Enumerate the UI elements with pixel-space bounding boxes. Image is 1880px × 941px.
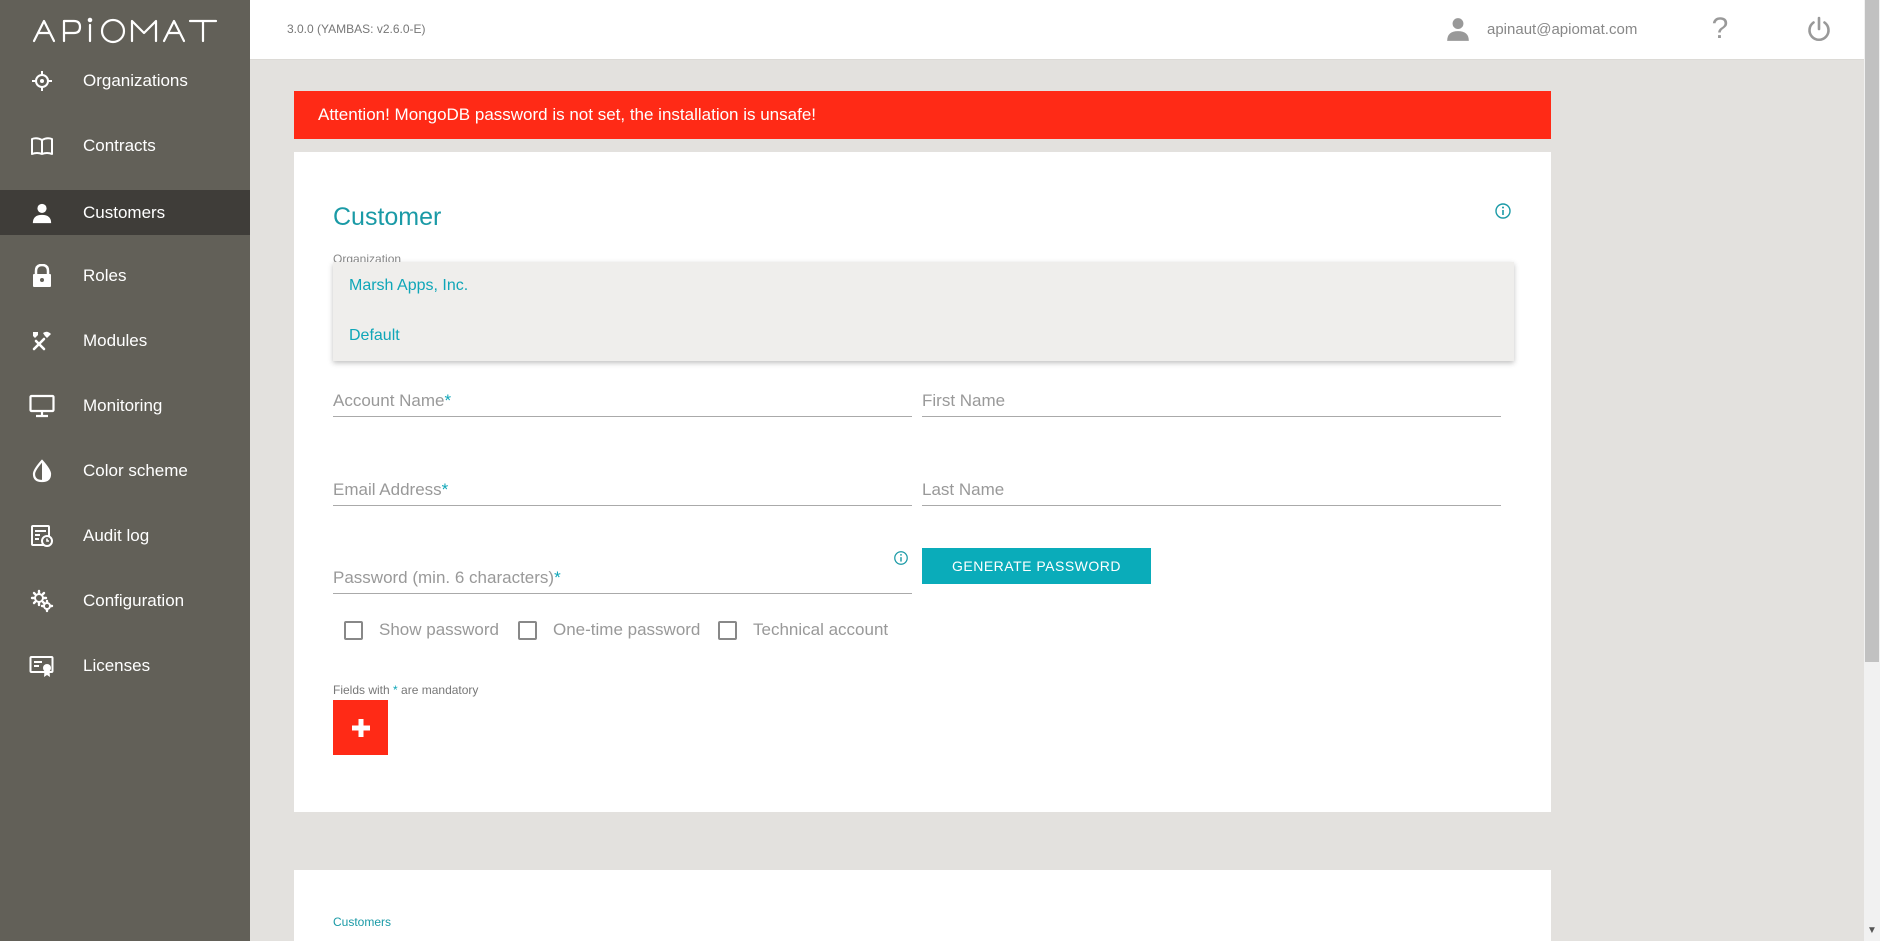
first-name-field[interactable]: First Name [922,385,1501,417]
checkbox-box[interactable] [344,620,363,640]
user-email[interactable]: apinaut@apiomat.com [1487,21,1637,38]
sidebar-item-customers[interactable]: Customers [0,190,250,235]
technical-account-checkbox[interactable]: Technical account [718,620,888,640]
password-label: Password (min. 6 characters) [333,568,555,587]
sidebar-item-label: Color scheme [83,460,188,480]
sidebar-item-color-scheme[interactable]: Color scheme [0,448,250,493]
account-name-field[interactable]: Account Name* [333,385,912,417]
sidebar-item-monitoring[interactable]: Monitoring [0,383,250,428]
sidebar-item-contracts[interactable]: Contracts [0,123,250,168]
scroll-down-arrow-icon[interactable]: ▼ [1864,925,1880,939]
logo-wordmark [32,17,218,44]
sidebar-item-licenses[interactable]: Licenses [0,643,250,688]
sidebar-item-label: Modules [83,330,148,350]
sidebar-item-organizations[interactable]: Organizations [0,58,250,103]
gears-icon [29,588,55,614]
email-address-field[interactable]: Email Address* [333,474,912,506]
sidebar-item-modules[interactable]: Modules [0,318,250,363]
tools-icon [29,328,55,354]
apiomat-logo[interactable] [0,0,250,60]
sidebar-item-label: Monitoring [83,395,163,415]
sidebar-item-configuration[interactable]: Configuration [0,578,250,623]
organization-option[interactable]: Default [349,327,400,345]
sidebar-item-label: Organizations [83,70,188,90]
organizations-icon [29,68,55,94]
last-name-field[interactable]: Last Name [922,474,1501,506]
required-mark: * [441,480,449,499]
plus-icon [351,718,370,737]
checkbox-label: Show password [379,620,500,639]
account-name-label: Account Name [333,391,445,410]
checkbox-label: One-time password [553,620,701,639]
sidebar-item-label: Licenses [83,655,151,675]
scrollbar-thumb[interactable] [1865,0,1879,662]
checkbox-label: Technical account [753,620,889,639]
sidebar-item-label: Customers [83,202,166,222]
monitor-icon [29,393,55,419]
security-alert-banner: Attention! MongoDB password is not set, … [294,91,1551,139]
customer-form-card: Customer Organization Marsh Apps, Inc. D… [294,152,1551,812]
sidebar-item-label: Audit log [83,525,150,545]
version-text: 3.0.0 (YAMBAS: v2.6.0-E) [287,22,426,36]
last-name-label: Last Name [922,480,1005,499]
alert-text: Attention! MongoDB password is not set, … [318,105,816,124]
show-password-checkbox[interactable]: Show password [344,620,499,640]
organization-dropdown-menu[interactable]: Marsh Apps, Inc. Default [333,262,1514,361]
required-mark: * [444,391,452,410]
customers-list-title: Customers [333,915,392,929]
top-header: 3.0.0 (YAMBAS: v2.6.0-E) apinaut@apiomat… [250,0,1864,60]
mandatory-prefix: Fields with [333,683,390,697]
customers-list-card: Customers [294,870,1551,941]
required-mark: * [554,568,561,587]
checkbox-box[interactable] [718,620,737,640]
page-scrollbar[interactable]: ▼ [1864,0,1880,941]
license-icon [29,653,55,679]
password-field[interactable]: Password (min. 6 characters)* [333,562,912,594]
person-icon [29,200,55,226]
sidebar-item-label: Contracts [83,135,156,155]
info-icon[interactable] [1494,202,1512,220]
first-name-label: First Name [922,391,1006,410]
add-customer-button[interactable] [333,700,388,755]
sidebar-item-label: Roles [83,265,127,285]
lock-icon [29,263,55,289]
required-mark: * [393,683,398,697]
user-icon[interactable] [1445,16,1471,42]
mandatory-suffix: are mandatory [401,683,479,697]
page-title: Customer [333,203,442,231]
help-icon[interactable]: ? [1705,12,1735,46]
drop-icon [29,458,55,484]
book-icon [29,133,55,159]
audit-log-icon [29,523,55,549]
email-address-label: Email Address [333,480,442,499]
mandatory-fields-note: Fields with * are mandatory [333,683,478,697]
logout-power-icon[interactable] [1805,15,1833,43]
sidebar-item-audit-log[interactable]: Audit log [0,513,250,558]
sidebar-item-label: Configuration [83,590,185,610]
generate-password-button[interactable]: GENERATE PASSWORD [922,548,1151,584]
sidebar: Organizations Contracts Customers Roles … [0,0,250,941]
organization-option[interactable]: Marsh Apps, Inc. [349,277,468,295]
one-time-password-checkbox[interactable]: One-time password [518,620,700,640]
checkbox-box[interactable] [518,620,537,640]
sidebar-item-roles[interactable]: Roles [0,253,250,298]
